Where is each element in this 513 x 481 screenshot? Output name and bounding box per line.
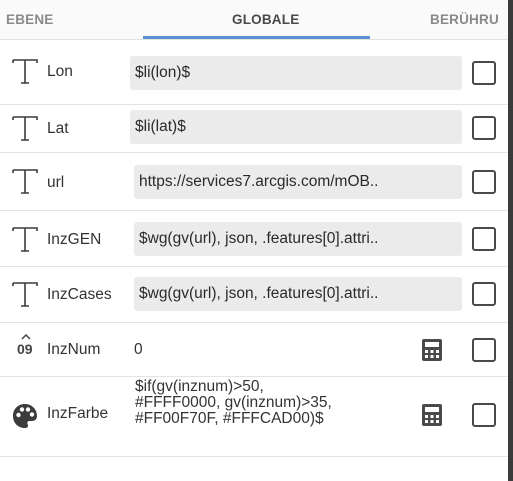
- variable-value[interactable]: $if(gv(inznum)>50, #FFFF0000, gv(inznum)…: [135, 379, 332, 427]
- number-type-icon: 09: [17, 341, 33, 357]
- active-tab-indicator: [143, 36, 370, 39]
- variable-row-url: url https://services7.arcgis.com/mOB..: [0, 153, 508, 211]
- value-line: $if(gv(inznum)>50,: [135, 378, 264, 395]
- row-checkbox[interactable]: [472, 170, 496, 194]
- variable-label: InzFarbe: [47, 405, 109, 422]
- text-type-icon: [12, 116, 38, 141]
- variable-row-lon: Lon $li(lon)$: [0, 41, 508, 105]
- variable-label: Lat: [47, 120, 69, 137]
- calculator-icon[interactable]: [421, 403, 443, 427]
- text-type-icon: [12, 227, 38, 252]
- text-type-icon: [12, 59, 38, 84]
- tab-ebene[interactable]: EBENE: [6, 0, 54, 40]
- variable-label: Lon: [47, 63, 73, 80]
- variable-value-field[interactable]: $li(lat)$: [130, 110, 462, 144]
- row-checkbox[interactable]: [472, 116, 496, 140]
- value-line: #FF00F70F, #FFFCAD00)$: [135, 410, 324, 427]
- tab-beruehrung[interactable]: BERÜHRU: [430, 0, 499, 40]
- variable-value-field[interactable]: $wg(gv(url), json, .features[0].attri..: [134, 277, 462, 311]
- edge-strip: [508, 0, 513, 481]
- chevron-up-icon: [21, 334, 31, 340]
- variable-label: url: [47, 174, 65, 191]
- row-checkbox[interactable]: [472, 403, 496, 427]
- variable-row-lat: Lat $li(lat)$: [0, 105, 508, 153]
- tab-bar: EBENE GLOBALE BERÜHRU: [0, 0, 513, 40]
- variable-row-inznum: 09 InzNum 0: [0, 323, 508, 377]
- variable-label: InzCases: [47, 286, 112, 303]
- calculator-icon[interactable]: [421, 338, 443, 362]
- tab-globale[interactable]: GLOBALE: [232, 0, 299, 40]
- palette-icon: [13, 404, 37, 428]
- variable-label: InzNum: [47, 341, 101, 358]
- variable-value[interactable]: 0: [134, 341, 143, 359]
- variable-row-inzgen: InzGEN $wg(gv(url), json, .features[0].a…: [0, 211, 508, 267]
- row-checkbox[interactable]: [472, 227, 496, 251]
- variable-value-field[interactable]: $wg(gv(url), json, .features[0].attri..: [134, 222, 462, 256]
- text-type-icon: [12, 169, 38, 194]
- variable-row-inzfarbe: InzFarbe $if(gv(inznum)>50, #FFFF0000, g…: [0, 377, 508, 457]
- row-checkbox[interactable]: [472, 61, 496, 85]
- row-checkbox[interactable]: [472, 282, 496, 306]
- variable-value-field[interactable]: $li(lon)$: [130, 56, 462, 90]
- variable-row-inzcases: InzCases $wg(gv(url), json, .features[0]…: [0, 267, 508, 323]
- variable-value-field[interactable]: https://services7.arcgis.com/mOB..: [134, 165, 462, 199]
- row-checkbox[interactable]: [472, 338, 496, 362]
- value-line: #FFFF0000, gv(inznum)>35,: [135, 394, 332, 411]
- text-type-icon: [12, 282, 38, 307]
- variable-label: InzGEN: [47, 231, 102, 248]
